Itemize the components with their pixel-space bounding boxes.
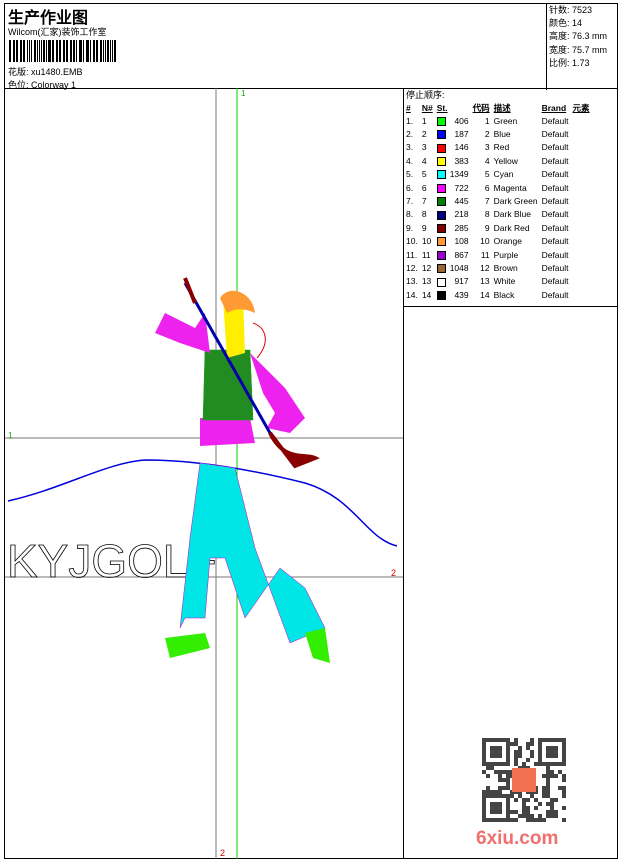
embroidery-preview: 1 1 2 2 KYJGOLF	[5, 88, 403, 859]
column-header: #	[406, 102, 411, 113]
column-header: 描述	[493, 102, 511, 113]
stats-panel: 针数: 7523 颜色: 14 高度: 76.3 mm 宽度: 75.7 mm 比例: …	[546, 4, 619, 90]
table-row: 10. 10 108 10 Orange Default	[406, 236, 569, 247]
stat-1: 颜色: 14	[549, 18, 583, 29]
color-swatch	[436, 143, 446, 153]
kyjgolf-lettering: KYJGOLF	[7, 535, 217, 587]
color-swatch	[436, 277, 446, 287]
company-name: Wilcom(汇家)装饰工作室	[8, 27, 107, 37]
design-canvas: 1 1 2 2 KYJGOLF	[4, 88, 404, 859]
guide-label-bottom: 2	[220, 848, 225, 858]
table-row: 12. 12 1048 12 Brown Default	[406, 262, 569, 274]
column-header: 元素	[572, 102, 590, 113]
guide-label-left: 1	[8, 431, 13, 440]
color-swatch	[436, 156, 446, 166]
divider	[404, 306, 617, 307]
stat-2: 高度: 76.3 mm	[549, 31, 608, 42]
header: 生产作业图 Wilcom(汇家)装饰工作室 花版: xu1480.EMB 色位:…	[4, 3, 619, 90]
golfer-figure	[155, 277, 330, 663]
color-swatch	[436, 264, 446, 274]
table-row: 14. 14 439 14 Black Default	[406, 289, 569, 300]
color-swatch	[436, 290, 446, 300]
guide-label-right: 2	[391, 568, 396, 578]
qr-code	[482, 738, 566, 822]
design-file: 花版: xu1480.EMB	[8, 67, 83, 77]
table-row: 9. 9 285 9 Dark Red Default	[406, 222, 569, 233]
color-table: # N# St. 代码 描述 Brand 元素 1. 1 406 1 Green Default 2. 2…	[404, 101, 592, 301]
stat-3: 宽度: 75.7 mm	[549, 44, 608, 55]
table-row: 4. 4 383 4 Yellow Default	[406, 155, 569, 166]
table-row: 2. 2 187 2 Blue Default	[406, 129, 569, 140]
color-swatch	[436, 237, 446, 247]
barcode	[9, 40, 117, 62]
color-swatch	[436, 170, 446, 180]
table-row: 6. 6 722 6 Magenta Default	[406, 182, 569, 193]
table-row: 1. 1 406 1 Green Default	[406, 115, 569, 126]
guide-label-top: 1	[241, 89, 246, 98]
stop-sequence-label: 停止顺序:	[406, 90, 445, 100]
color-swatch	[436, 130, 446, 140]
stat-4: 比例: 1.73	[549, 57, 590, 68]
column-header: St.	[436, 102, 448, 113]
column-header: N#	[421, 102, 433, 113]
table-row: 7. 7 445 7 Dark Green Default	[406, 196, 569, 207]
table-row: 13. 13 917 13 White Default	[406, 276, 569, 287]
color-swatch	[436, 116, 446, 126]
color-swatch	[436, 210, 446, 220]
stop-sequence-panel: 停止顺序: # N# St. 代码 描述 Brand 元素 1. 1 406 1 Green Defa…	[403, 88, 618, 859]
stat-0: 针数: 7523	[549, 5, 593, 15]
color-swatch	[436, 250, 446, 260]
watermark-logo: 6xiu.com	[476, 828, 559, 849]
color-swatch	[436, 183, 446, 193]
table-row: 3. 3 146 3 Red Default	[406, 142, 569, 153]
table-header: # N# St. 代码 描述 Brand 元素	[404, 101, 592, 114]
color-swatch	[436, 197, 446, 207]
table-row: 11. 11 867 11 Purple Default	[406, 249, 569, 260]
column-header: 代码	[472, 102, 490, 113]
color-swatch	[436, 223, 446, 233]
column-header: Brand	[541, 102, 567, 113]
table-row: 8. 8 218 8 Dark Blue Default	[406, 209, 569, 220]
table-row: 5. 5 1349 5 Cyan Default	[406, 169, 569, 180]
